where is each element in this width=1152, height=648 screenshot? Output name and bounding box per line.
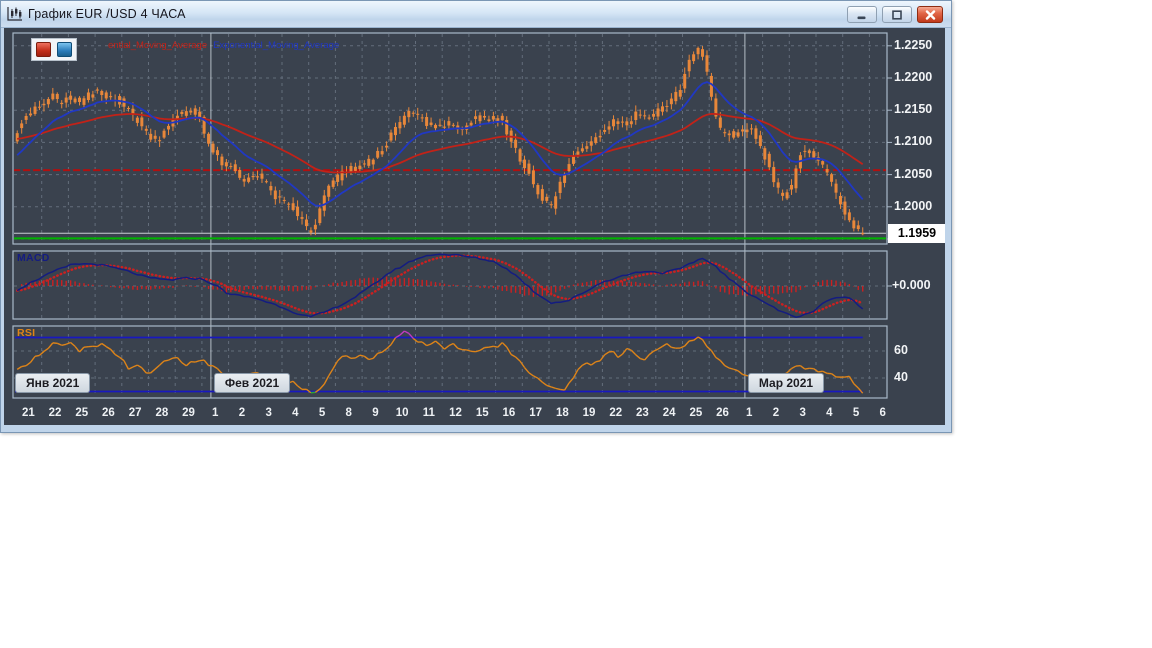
time-axis-day-label: 3 (265, 407, 272, 419)
indicator-toolbar (31, 38, 77, 61)
maximize-button[interactable] (882, 6, 912, 23)
time-axis-day-label: 24 (662, 407, 676, 419)
chart-canvas[interactable] (4, 28, 945, 425)
time-axis-day-label: 22 (609, 407, 623, 419)
time-axis-day-label: 3 (799, 407, 806, 419)
time-axis-day-label: 5 (852, 407, 860, 419)
time-axis-day-label: 8 (345, 407, 352, 419)
time-axis-day-label: 10 (395, 407, 409, 419)
time-axis-day-label: 1 (746, 407, 753, 419)
time-axis-day-label: 9 (372, 407, 379, 419)
chart-app-icon (6, 6, 24, 22)
close-button[interactable] (917, 6, 943, 23)
time-axis-day-label: 1 (212, 407, 219, 419)
time-axis-day-label: 28 (155, 407, 169, 419)
time-axis-day-label: 22 (48, 407, 62, 419)
time-axis-day-label: 25 (689, 407, 703, 419)
legend-ma2-label: Exponential_Moving_Average (213, 40, 340, 51)
price-axis-tick: 1.2100 (894, 134, 933, 149)
month-label: Янв 2021 (15, 373, 91, 393)
window-titlebar[interactable]: График EUR /USD 4 ЧАСА (1, 1, 951, 28)
rsi-axis-tick: 40 (894, 370, 908, 384)
price-axis-tick: 1.2050 (894, 166, 933, 181)
chart-window: График EUR /USD 4 ЧАСА ential_Moving_Ave… (0, 0, 952, 433)
macd-panel-label: MACD (17, 252, 50, 264)
time-axis-day-label: 4 (292, 407, 299, 419)
time-axis-day-label: 16 (502, 407, 516, 419)
close-icon (925, 9, 935, 20)
price-axis-tick: 1.2250 (894, 37, 933, 52)
time-axis-day-label: 17 (529, 407, 543, 419)
window-title: График EUR /USD 4 ЧАСА (28, 7, 186, 21)
time-axis-day-label: 4 (826, 407, 833, 419)
macd-axis-label: +0.000 (892, 278, 931, 292)
minimize-icon (857, 16, 866, 19)
time-axis-day-label: 21 (21, 407, 35, 419)
current-price-label: 1.1959 (888, 224, 945, 243)
time-axis-day-label: 29 (182, 407, 195, 419)
time-axis-day-label: 19 (582, 407, 596, 419)
time-axis-day-label: 2 (238, 407, 246, 419)
month-label: Фев 2021 (213, 373, 291, 393)
time-axis-day-label: 26 (102, 407, 115, 419)
time-axis-day-label: 25 (75, 407, 89, 419)
price-axis-tick: 1.2200 (894, 70, 933, 84)
minimize-button[interactable] (847, 6, 877, 23)
time-axis-day-label: 23 (636, 407, 649, 419)
chart-client-area: ential_Moving_Average Exponential_Moving… (4, 28, 945, 425)
month-label: Мар 2021 (747, 373, 825, 393)
time-axis-day-label: 18 (555, 407, 569, 419)
time-axis-day-label: 11 (422, 407, 435, 419)
rsi-panel-label: RSI (17, 327, 36, 339)
time-axis-day-label: 6 (879, 407, 886, 419)
ma-red-color-button[interactable] (36, 42, 51, 57)
time-axis-day-label: 27 (128, 407, 142, 419)
time-axis-day-label: 26 (716, 407, 729, 419)
time-axis-day-label: 12 (449, 407, 462, 419)
rsi-axis-tick: 60 (894, 343, 908, 357)
ma-blue-color-button[interactable] (57, 42, 72, 57)
price-axis-tick: 1.2150 (894, 102, 933, 117)
time-axis-day-label: 15 (475, 407, 489, 419)
time-axis-day-label: 2 (772, 407, 780, 419)
maximize-icon (892, 9, 902, 20)
legend-ma1-label: ential_Moving_Average (108, 40, 208, 51)
price-axis-tick: 1.2000 (894, 198, 933, 213)
window-controls (847, 6, 943, 23)
time-axis-day-label: 5 (318, 407, 326, 419)
